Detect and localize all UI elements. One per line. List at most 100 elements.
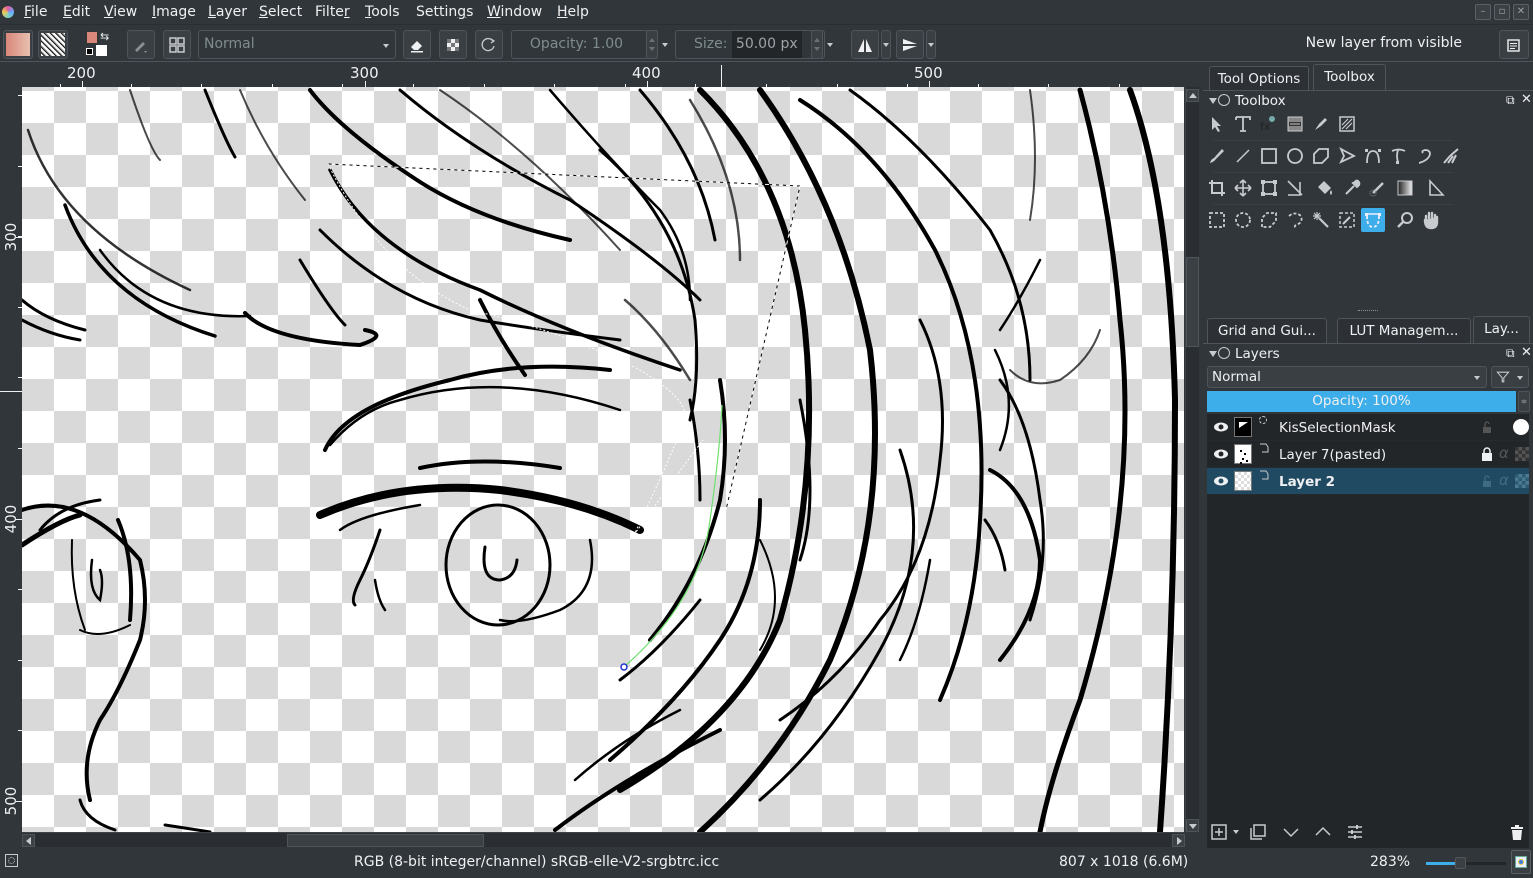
mirror-horizontal-options[interactable] (881, 30, 891, 59)
delete-layer-icon[interactable] (1507, 822, 1527, 842)
layer-blend-mode-select[interactable]: Normal (1207, 366, 1487, 388)
ellipse-select-tool-button[interactable] (1231, 208, 1255, 232)
fx-tool-tool-button[interactable]: fx (1256, 112, 1280, 136)
ellipse-tool-tool-button[interactable] (1283, 144, 1307, 168)
dynamic-brush-tool-button[interactable] (1413, 144, 1437, 168)
layer-row-layer-7[interactable]: Layer 7(pasted) α (1207, 441, 1529, 468)
layer-row-selection-mask[interactable]: KisSelectionMask (1207, 414, 1529, 441)
transform-tool-tool-button[interactable] (1257, 176, 1281, 200)
soft-proof-button[interactable] (1511, 850, 1531, 874)
polygon-select-tool-button[interactable] (1257, 208, 1281, 232)
calligraphy-pen-tool-button[interactable] (1309, 112, 1333, 136)
tab-tool-options[interactable]: Tool Options (1209, 66, 1309, 91)
alpha-lock-icon[interactable] (1515, 447, 1529, 461)
tab-grid-and-guides[interactable]: Grid and Gui... (1207, 318, 1327, 343)
menu-layer[interactable]: Layer (206, 0, 249, 25)
visibility-eye-icon[interactable] (1213, 421, 1229, 433)
locked-icon[interactable] (1481, 447, 1493, 461)
alpha-inherit-icon[interactable]: α (1499, 471, 1509, 489)
duplicate-layer-icon[interactable] (1248, 822, 1268, 842)
crop-tool-tool-button[interactable] (1205, 176, 1229, 200)
swap-colors-icon[interactable]: ⇆ (100, 30, 109, 43)
selection-indicator-icon[interactable] (5, 854, 18, 867)
alpha-inherit-icon[interactable]: α (1499, 444, 1509, 462)
text-tool-tool-button[interactable] (1231, 112, 1255, 136)
pattern-edit-tool-button[interactable] (1335, 112, 1359, 136)
unlocked-icon[interactable] (1481, 421, 1493, 433)
close-layers-docker-icon[interactable]: ✕ (1521, 345, 1532, 360)
menu-view[interactable]: View (102, 0, 139, 25)
close-docker-icon[interactable]: ✕ (1521, 92, 1532, 107)
visibility-eye-icon[interactable] (1213, 475, 1229, 487)
assistant-tool-tool-button[interactable] (1424, 176, 1448, 200)
scroll-down-button[interactable] (1186, 819, 1199, 832)
measure-tool-tool-button[interactable] (1283, 176, 1307, 200)
smart-patch-tool-button[interactable] (1366, 176, 1390, 200)
size-field[interactable]: Size: 50.00 px (675, 30, 825, 59)
collapse-toolbox-icon[interactable] (1209, 98, 1217, 104)
restore-button[interactable]: ▫ (1494, 4, 1510, 20)
brush-settings-button[interactable] (127, 30, 155, 59)
magic-wand-tool-button[interactable] (1309, 208, 1333, 232)
polygon-tool-tool-button[interactable] (1309, 144, 1333, 168)
image-size-info[interactable]: 807 x 1018 (6.6M) (1059, 854, 1188, 870)
multibrush-tool-button[interactable] (1439, 144, 1463, 168)
menu-help[interactable]: Help (555, 0, 591, 25)
move-tool-tool-button[interactable] (1231, 176, 1255, 200)
vertical-scroll-thumb[interactable] (1186, 257, 1199, 347)
bezier-select-tool-button[interactable] (1361, 208, 1385, 232)
layer-properties-icon[interactable] (1345, 822, 1365, 842)
polyline-tool-tool-button[interactable] (1335, 144, 1359, 168)
vertical-scrollbar[interactable] (1185, 87, 1199, 832)
scroll-left-button[interactable] (22, 834, 35, 847)
gradient-tool-tool-button[interactable] (1393, 176, 1417, 200)
bezier-curve-tool-button[interactable] (1361, 144, 1385, 168)
gradient-edit-tool-button[interactable] (1283, 112, 1307, 136)
menu-tools[interactable]: Tools (363, 0, 402, 25)
menu-file[interactable]: File (22, 0, 49, 25)
menu-window[interactable]: Window (485, 0, 544, 25)
opacity-field[interactable]: Opacity: 1.00 (511, 30, 648, 59)
layer-row-layer-2[interactable]: Layer 2 α (1207, 468, 1529, 495)
horizontal-scrollbar[interactable] (22, 832, 1185, 847)
visibility-eye-icon[interactable] (1213, 448, 1229, 460)
mirror-vertical-options[interactable] (926, 30, 936, 59)
unlocked-icon[interactable] (1481, 475, 1493, 487)
close-button[interactable]: ✕ (1513, 4, 1529, 20)
zoom-tool-tool-button[interactable] (1393, 208, 1417, 232)
layer-filter-button[interactable] (1491, 366, 1529, 388)
reload-preset-button[interactable] (475, 30, 503, 59)
add-layer-dropdown-icon[interactable] (1233, 830, 1239, 834)
zoom-slider[interactable] (1426, 857, 1506, 869)
add-layer-icon[interactable] (1209, 822, 1229, 842)
menu-settings[interactable]: Settings (414, 0, 475, 25)
gradient-preset-button[interactable] (3, 30, 33, 59)
move-layer-down-icon[interactable] (1281, 822, 1301, 842)
float-docker-icon[interactable]: ⧉ (1506, 93, 1515, 108)
alpha-lock-icon[interactable] (1515, 474, 1529, 488)
mirror-horizontal-button[interactable] (851, 30, 879, 59)
menu-filter[interactable]: Filter (313, 0, 352, 25)
line-tool-tool-button[interactable] (1231, 144, 1255, 168)
blend-mode-select[interactable]: Normal (198, 30, 396, 59)
move-layer-up-icon[interactable] (1313, 822, 1333, 842)
opacity-dropdown-icon[interactable] (662, 43, 668, 47)
tab-lut-management[interactable]: LUT Managem... (1337, 318, 1471, 343)
color-picker-tool-button[interactable] (1340, 176, 1364, 200)
horizontal-scroll-thumb[interactable] (287, 834, 484, 847)
reset-colors-icon[interactable] (86, 48, 93, 55)
menu-edit[interactable]: Edit (61, 0, 92, 25)
preserve-alpha-button[interactable] (439, 30, 467, 59)
rectangle-tool-tool-button[interactable] (1257, 144, 1281, 168)
freehand-brush-tool-button[interactable] (1205, 144, 1229, 168)
layer-opacity-spinner[interactable] (1518, 391, 1530, 412)
select-shapes-tool-button[interactable] (1205, 112, 1229, 136)
foreground-color-swatch[interactable] (86, 31, 98, 44)
minimize-button[interactable]: – (1475, 4, 1491, 20)
scroll-up-button[interactable] (1186, 89, 1199, 102)
size-dropdown-icon[interactable] (827, 43, 833, 47)
freehand-select-tool-button[interactable] (1283, 208, 1307, 232)
collapse-layers-icon[interactable] (1209, 351, 1217, 357)
opacity-spinner[interactable] (646, 30, 658, 59)
fill-tool-tool-button[interactable] (1313, 176, 1337, 200)
